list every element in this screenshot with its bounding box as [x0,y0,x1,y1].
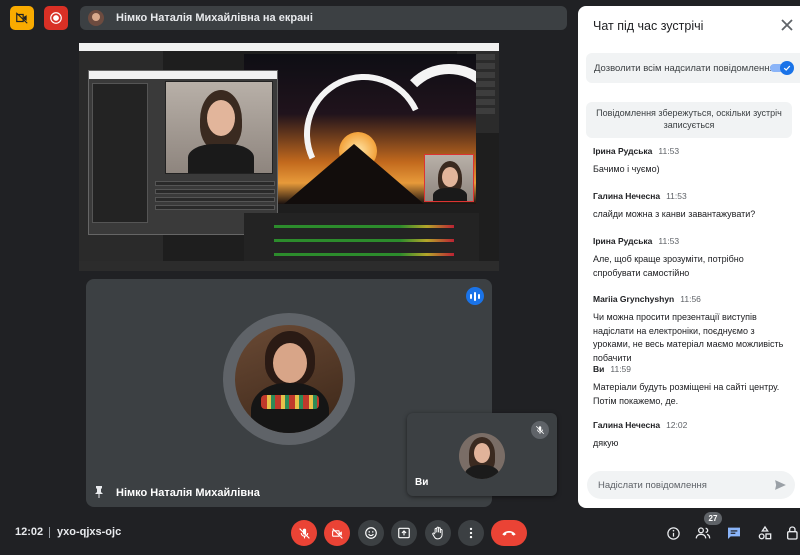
slide-preview [244,54,476,204]
mic-off-icon [298,527,310,539]
info-icon [666,526,680,540]
chat-message: Ірина Рудська 11:53 Але, щоб краще зрозум… [593,236,793,280]
message-composer [587,471,795,499]
allow-messages-label: Дозволити всім надсилати повідомлення [594,62,775,74]
present-button[interactable] [391,520,417,546]
message-text: Чи можна просити презентації виступів на… [593,312,784,363]
more-options-button[interactable] [458,520,484,546]
close-icon[interactable] [780,18,794,32]
message-sender: Галина Нечесна [593,420,661,430]
message-sender: Галина Нечесна [593,191,661,201]
message-text: Матеріали будуть розміщені на сайті цент… [593,382,780,406]
raise-hand-button[interactable] [425,520,451,546]
message-time: 11:59 [610,364,632,374]
more-icon [469,527,473,539]
reactions-button[interactable] [358,520,384,546]
message-time: 12:02 [666,420,688,430]
host-controls-button[interactable] [783,523,800,543]
camera-off-status-icon[interactable] [10,6,34,30]
message-text: Бачимо і чуємо) [593,164,660,174]
pin-icon[interactable] [94,486,104,498]
participant-avatar [235,325,343,433]
presentation-banner-text: Німко Наталія Михайлівна на екрані [116,12,313,24]
presenter-avatar [88,10,104,26]
chat-message: Ви 11:59 Матеріали будуть розміщені на са… [593,364,793,408]
participant-name: Німко Наталія Михайлівна [116,487,260,499]
host-controls-icon [787,526,798,540]
message-sender: Ірина Рудська [593,146,653,156]
people-button[interactable] [693,523,713,543]
chat-message: Ірина Рудська 11:53 Бачимо і чуємо) [593,146,793,177]
self-avatar [459,433,505,479]
message-time: 11:53 [658,236,680,246]
webcam-preview [165,81,273,174]
divider [49,527,50,538]
speaking-indicator-icon [466,287,484,305]
raise-hand-icon [432,526,443,540]
chat-message: Галина Нечесна 12:02 дякую [593,420,793,451]
leave-call-button[interactable] [491,520,527,546]
allow-messages-row: Дозволити всім надсилати повідомлення [586,53,800,83]
self-tile[interactable]: Ви [407,413,557,496]
message-time: 11:56 [680,294,701,304]
chat-panel: Чат під час зустрічі Дозволити всім надс… [578,6,800,508]
camera-settings-dialog [88,70,278,235]
mic-toggle-button[interactable] [291,520,317,546]
leave-call-icon [502,531,516,536]
recording-notice: Повідомлення збережуться, оскільки зустр… [586,102,792,138]
message-time: 11:53 [658,146,680,156]
camera-toggle-button[interactable] [324,520,350,546]
check-icon [780,61,794,75]
presentation-banner: Німко Наталія Михайлівна на екрані [80,6,567,30]
message-text: Але, щоб краще зрозуміти, потрібно спроб… [593,254,744,278]
self-name: Ви [415,477,429,488]
message-text: слайди можна з канви завантажувати? [593,209,756,219]
message-input[interactable] [587,471,767,499]
message-sender: Ірина Рудська [593,236,653,246]
chat-icon [728,527,740,539]
emoji-icon [365,527,377,539]
record-icon[interactable] [44,6,68,30]
message-time: 11:53 [666,191,687,201]
chat-title: Чат під час зустрічі [593,19,704,33]
activities-button[interactable] [755,523,775,543]
allow-messages-toggle[interactable] [770,61,794,75]
present-icon [398,527,410,539]
send-icon[interactable] [774,479,787,491]
message-sender: Mariia Grynchyshyn [593,294,675,304]
people-icon [695,527,711,539]
activities-icon [758,525,772,540]
meeting-code: yxo-qjxs-ojc [57,526,122,538]
shared-screen [79,43,499,271]
people-count-badge: 27 [704,512,722,525]
message-text: дякую [593,438,619,448]
camera-off-icon [331,527,343,539]
mic-muted-icon [531,421,549,439]
chat-message: Галина Нечесна 11:53 слайди можна з канви… [593,191,793,222]
chat-button[interactable] [724,523,744,543]
message-sender: Ви [593,364,605,374]
chat-message: Mariia Grynchyshyn 11:56 Чи можна просити… [593,294,793,365]
meeting-details-button[interactable] [663,523,683,543]
clock: 12:02 [15,526,44,538]
participant-avatar-ring [223,313,355,445]
